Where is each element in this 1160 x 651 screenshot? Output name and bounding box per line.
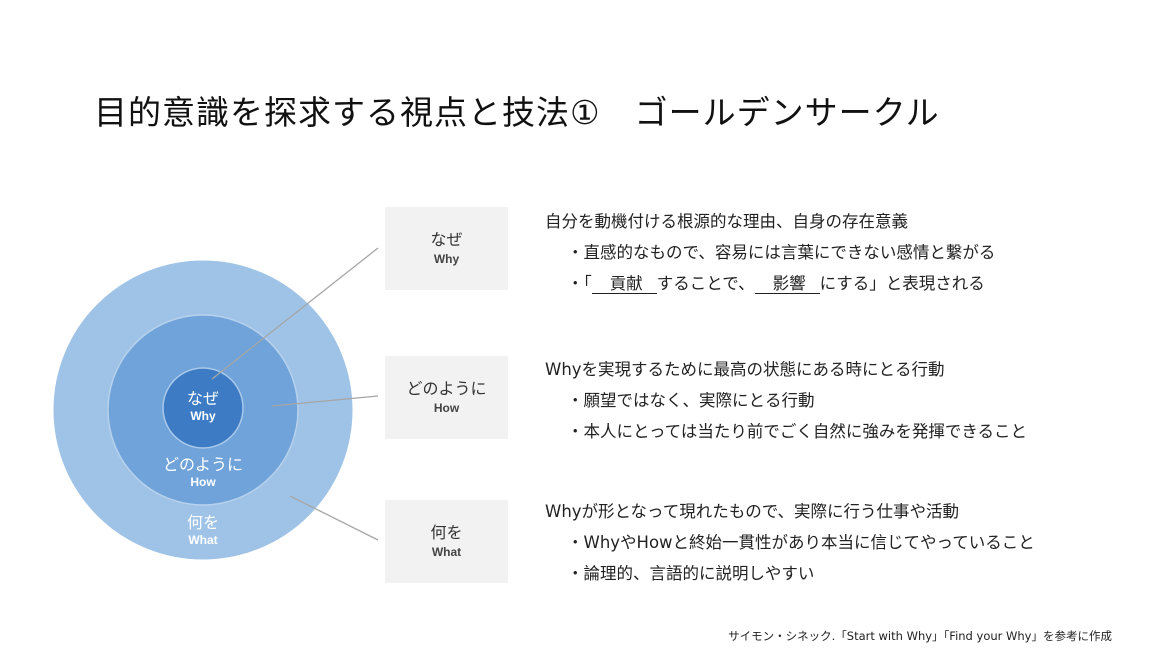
how-circle-label-jp: どのように	[162, 455, 243, 474]
how-label-box: どのように How	[385, 356, 508, 439]
how-bullet-2: ・本人にとっては当たり前でごく自然に強みを発揮できること	[567, 422, 1028, 441]
why-description: 自分を動機付ける根源的な理由、自身の存在意義 ・直感的なもので、容易には言葉にで…	[545, 206, 995, 299]
how-box-jp: どのように	[406, 379, 487, 399]
fill-blank-contribution: 貢献	[591, 275, 657, 294]
what-box-jp: 何を	[430, 523, 463, 543]
source-citation: サイモン・シネック.「Start with Why」「Find your Why…	[728, 629, 1112, 643]
what-label-box: 何を What	[385, 500, 508, 583]
what-bullet-2: ・論理的、言語的に説明しやすい	[567, 564, 815, 583]
what-circle-label-en: What	[188, 532, 218, 547]
how-box-en: How	[433, 400, 460, 415]
how-description: Whyを実現するために最高の状態にある時にとる行動 ・願望ではなく、実際にとる行…	[545, 354, 1027, 447]
why-circle-label-jp: なぜ	[186, 389, 219, 408]
what-box-en: What	[431, 544, 462, 559]
why-box-jp: なぜ	[430, 230, 463, 250]
why-bullet-2: ・「 貢献 することで、 影響 にする」と表現される	[545, 268, 995, 299]
fill-blank-influence: 影響	[754, 275, 820, 294]
how-bullet-1: ・願望ではなく、実際にとる行動	[567, 391, 815, 410]
why-bullet-2-prefix: ・「	[567, 274, 592, 293]
what-circle-label: 何を What	[133, 514, 273, 547]
what-description: Whyが形となって現れたもので、実際に行う仕事や活動 ・WhyやHowと終始一貫…	[545, 496, 1035, 589]
why-label-box: なぜ Why	[385, 207, 508, 290]
how-description-heading: Whyを実現するために最高の状態にある時にとる行動	[545, 360, 945, 379]
why-box-en: Why	[433, 251, 460, 266]
why-description-heading: 自分を動機付ける根源的な理由、自身の存在意義	[545, 212, 908, 231]
how-circle-label: どのように How	[133, 456, 273, 489]
why-circle-label: なぜ Why	[133, 390, 273, 423]
how-circle-label-en: How	[190, 474, 216, 489]
why-bullet-2-middle: することで、	[656, 274, 755, 293]
what-bullet-1: ・WhyやHowと終始一貫性があり本当に信じてやっていること	[567, 533, 1035, 552]
what-description-heading: Whyが形となって現れたもので、実際に行う仕事や活動	[545, 502, 960, 521]
why-circle-label-en: Why	[190, 408, 216, 423]
why-bullet-2-suffix: にする」と表現される	[819, 274, 985, 293]
why-bullet-1: ・直感的なもので、容易には言葉にできない感情と繋がる	[567, 243, 996, 262]
what-circle-label-jp: 何を	[186, 513, 219, 532]
